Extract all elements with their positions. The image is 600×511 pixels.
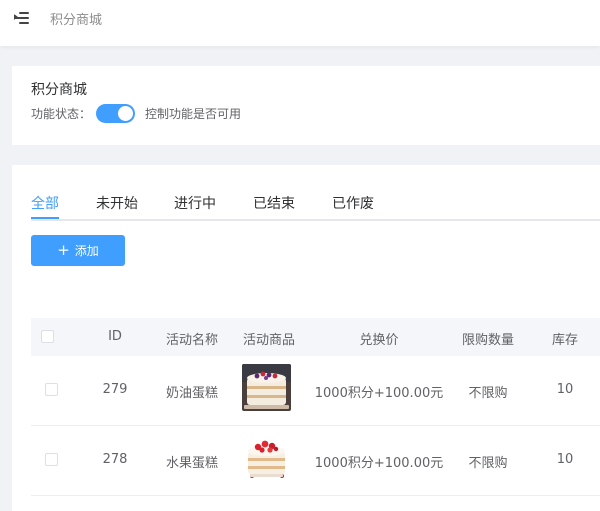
plus-icon: + [57, 241, 70, 259]
top-bar: 积分商城 [0, 0, 600, 46]
switch-description: 控制功能是否可用 [145, 107, 242, 121]
table-row: 279 奶油蛋糕 1000积分+100.00元 不限购 10 [31, 356, 600, 426]
cell-limit: 不限购 [468, 456, 508, 471]
add-button[interactable]: + 添加 [31, 235, 125, 266]
activity-list-card: 全部 未开始 进行中 已结束 已作废 + 添加 ID 活动名称 活动商品 兑换价… [12, 165, 600, 511]
page-title: 积分商城 [31, 82, 87, 98]
tab-ended[interactable]: 已结束 [253, 193, 295, 213]
table-header: ID 活动名称 活动商品 兑换价 限购数量 库存 [31, 318, 600, 356]
cell-id: 278 [102, 452, 128, 467]
status-label: 功能状态： [31, 107, 92, 121]
cell-stock: 10 [556, 452, 574, 467]
cell-id: 279 [102, 382, 128, 397]
row-checkbox[interactable] [45, 383, 58, 396]
tab-in-progress[interactable]: 进行中 [174, 193, 216, 213]
table-row: 278 水果蛋糕 1000积分+100.00元 不限购 10 [31, 426, 600, 496]
active-tab-indicator [31, 217, 59, 219]
cell-stock: 10 [556, 382, 574, 397]
breadcrumb[interactable]: 积分商城 [50, 9, 102, 28]
hamburger-fold-icon[interactable] [14, 12, 29, 24]
tab-all[interactable]: 全部 [31, 193, 59, 213]
add-button-label: 添加 [74, 244, 99, 258]
select-all-checkbox[interactable] [41, 330, 54, 343]
cell-limit: 不限购 [468, 386, 508, 401]
column-header-product: 活动商品 [242, 333, 296, 348]
cell-price: 1000积分+100.00元 [314, 456, 444, 471]
column-header-price: 兑换价 [359, 333, 399, 348]
status-tabs: 全部 未开始 进行中 已结束 已作废 [31, 191, 600, 221]
tab-not-started[interactable]: 未开始 [96, 193, 138, 213]
column-header-id: ID [108, 329, 122, 344]
row-checkbox[interactable] [45, 453, 58, 466]
activity-table: ID 活动名称 活动商品 兑换价 限购数量 库存 279 奶油蛋糕 1000积分… [31, 318, 600, 496]
tab-voided[interactable]: 已作废 [332, 193, 374, 213]
switch-knob [118, 106, 133, 121]
column-header-name: 活动名称 [165, 333, 219, 348]
fruit-cake-image [242, 434, 291, 481]
column-header-limit: 限购数量 [461, 333, 515, 348]
cell-name: 奶油蛋糕 [165, 386, 219, 401]
cream-cake-image [242, 364, 291, 411]
settings-card: 积分商城 功能状态： 控制功能是否可用 [12, 66, 600, 145]
column-header-stock: 库存 [551, 333, 579, 348]
feature-status-switch[interactable] [96, 104, 135, 123]
cell-name: 水果蛋糕 [165, 456, 219, 471]
cell-price: 1000积分+100.00元 [314, 386, 444, 401]
